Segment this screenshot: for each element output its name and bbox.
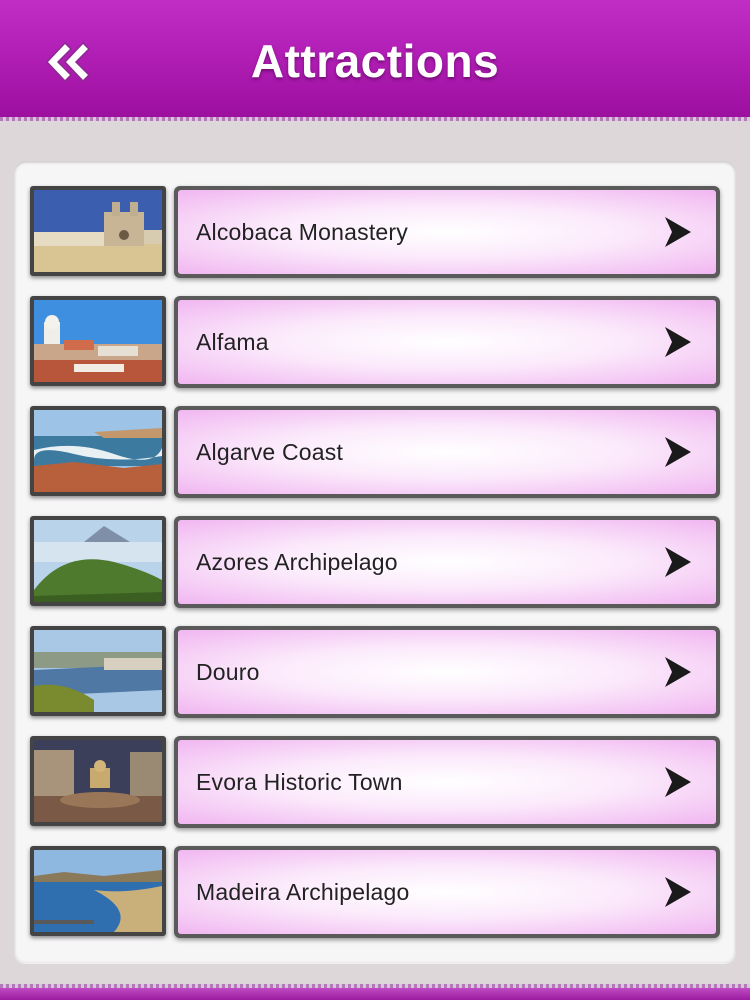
attraction-button[interactable]: Madeira Archipelago — [174, 846, 720, 938]
navigation-bar: Attractions — [0, 0, 750, 121]
list-item[interactable]: Evora Historic Town — [14, 711, 736, 828]
list-item[interactable]: Alfama — [14, 271, 736, 388]
chevron-right-icon — [665, 547, 691, 577]
attraction-button[interactable]: Algarve Coast — [174, 406, 720, 498]
list-item[interactable]: Algarve Coast — [14, 381, 736, 498]
chevron-right-icon — [665, 437, 691, 467]
attractions-list: Alcobaca Monastery Alfama Algarve Coast … — [14, 161, 736, 963]
chevron-right-icon — [665, 657, 691, 687]
thumbnail-image — [30, 516, 166, 606]
attraction-button[interactable]: Azores Archipelago — [174, 516, 720, 608]
attraction-label: Azores Archipelago — [196, 548, 398, 575]
thumbnail-image — [30, 186, 166, 276]
attraction-label: Alfama — [196, 328, 269, 355]
footer-bar — [0, 984, 750, 1000]
thumbnail-image — [30, 406, 166, 496]
thumbnail-image — [30, 846, 166, 936]
page-title: Attractions — [250, 35, 500, 87]
chevron-right-icon — [665, 877, 691, 907]
thumbnail-image — [30, 626, 166, 716]
list-item[interactable]: Douro — [14, 601, 736, 718]
chevron-right-icon — [665, 767, 691, 797]
chevron-right-icon — [665, 217, 691, 247]
attraction-label: Madeira Archipelago — [196, 878, 410, 905]
attraction-button[interactable]: Alcobaca Monastery — [174, 186, 720, 278]
attraction-button[interactable]: Alfama — [174, 296, 720, 388]
thumbnail-image — [30, 296, 166, 386]
attraction-label: Alcobaca Monastery — [196, 218, 408, 245]
attraction-button[interactable]: Douro — [174, 626, 720, 718]
attraction-button[interactable]: Evora Historic Town — [174, 736, 720, 828]
attraction-label: Algarve Coast — [196, 438, 344, 465]
list-item[interactable]: Alcobaca Monastery — [14, 161, 736, 278]
list-item[interactable]: Madeira Archipelago — [14, 821, 736, 938]
attraction-label: Evora Historic Town — [196, 768, 403, 795]
chevron-right-icon — [665, 327, 691, 357]
attraction-label: Douro — [196, 658, 260, 685]
thumbnail-image — [30, 736, 166, 826]
list-item[interactable]: Azores Archipelago — [14, 491, 736, 608]
